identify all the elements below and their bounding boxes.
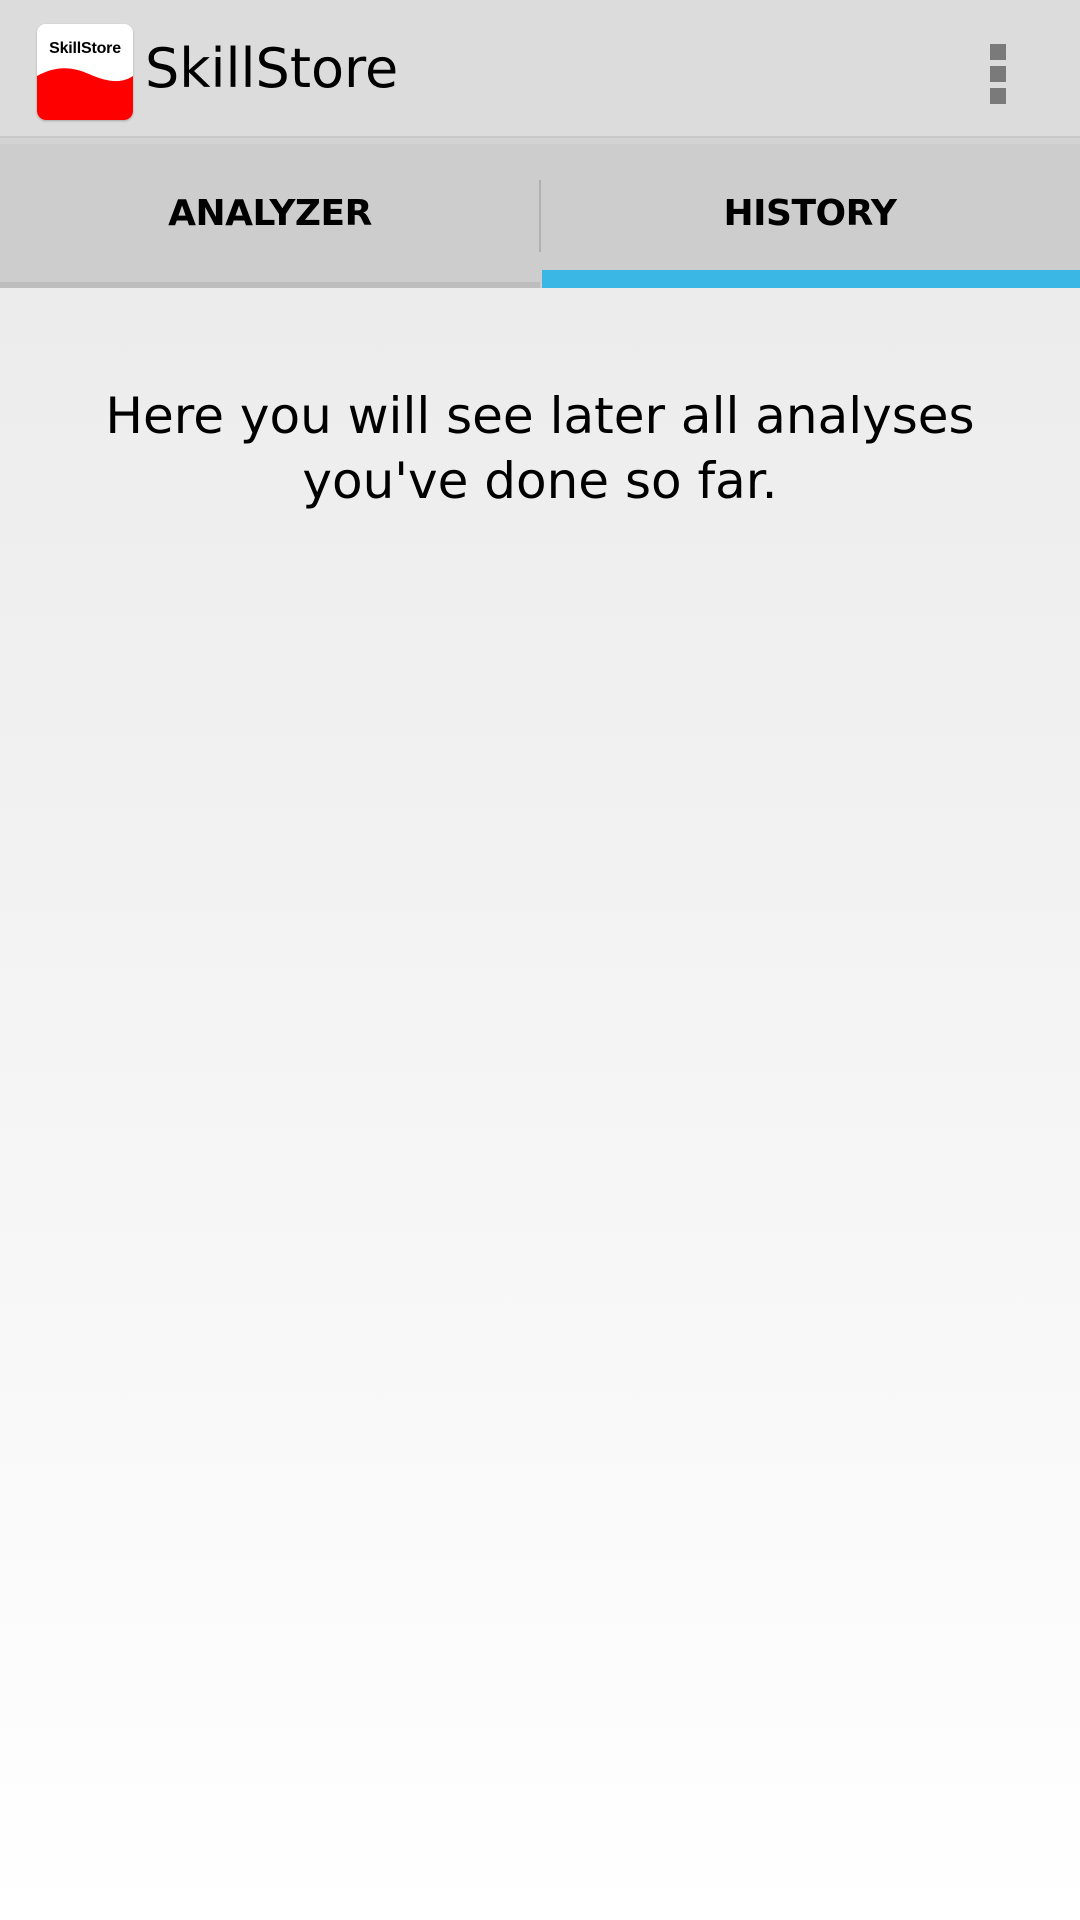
app-logo-icon: SkillStore: [37, 24, 133, 120]
tab-history[interactable]: HISTORY: [540, 144, 1080, 288]
tab-bar: ANALYZER HISTORY: [0, 144, 1080, 288]
history-content: Here you will see later all analyses you…: [0, 288, 1080, 1920]
overflow-dot: [990, 66, 1006, 82]
tab-analyzer-label: ANALYZER: [168, 193, 372, 234]
tab-history-label: HISTORY: [723, 193, 897, 234]
tab-selected-indicator: [542, 270, 1080, 288]
app-title: SkillStore: [145, 37, 399, 100]
app-logo-text: SkillStore: [49, 40, 121, 57]
overflow-dot: [990, 44, 1006, 60]
history-empty-message: Here you will see later all analyses you…: [105, 387, 975, 510]
overflow-dot: [990, 88, 1006, 104]
tab-analyzer[interactable]: ANALYZER: [0, 144, 540, 288]
overflow-menu-icon[interactable]: [976, 36, 1022, 108]
action-bar: SkillStore SkillStore: [0, 0, 1080, 138]
